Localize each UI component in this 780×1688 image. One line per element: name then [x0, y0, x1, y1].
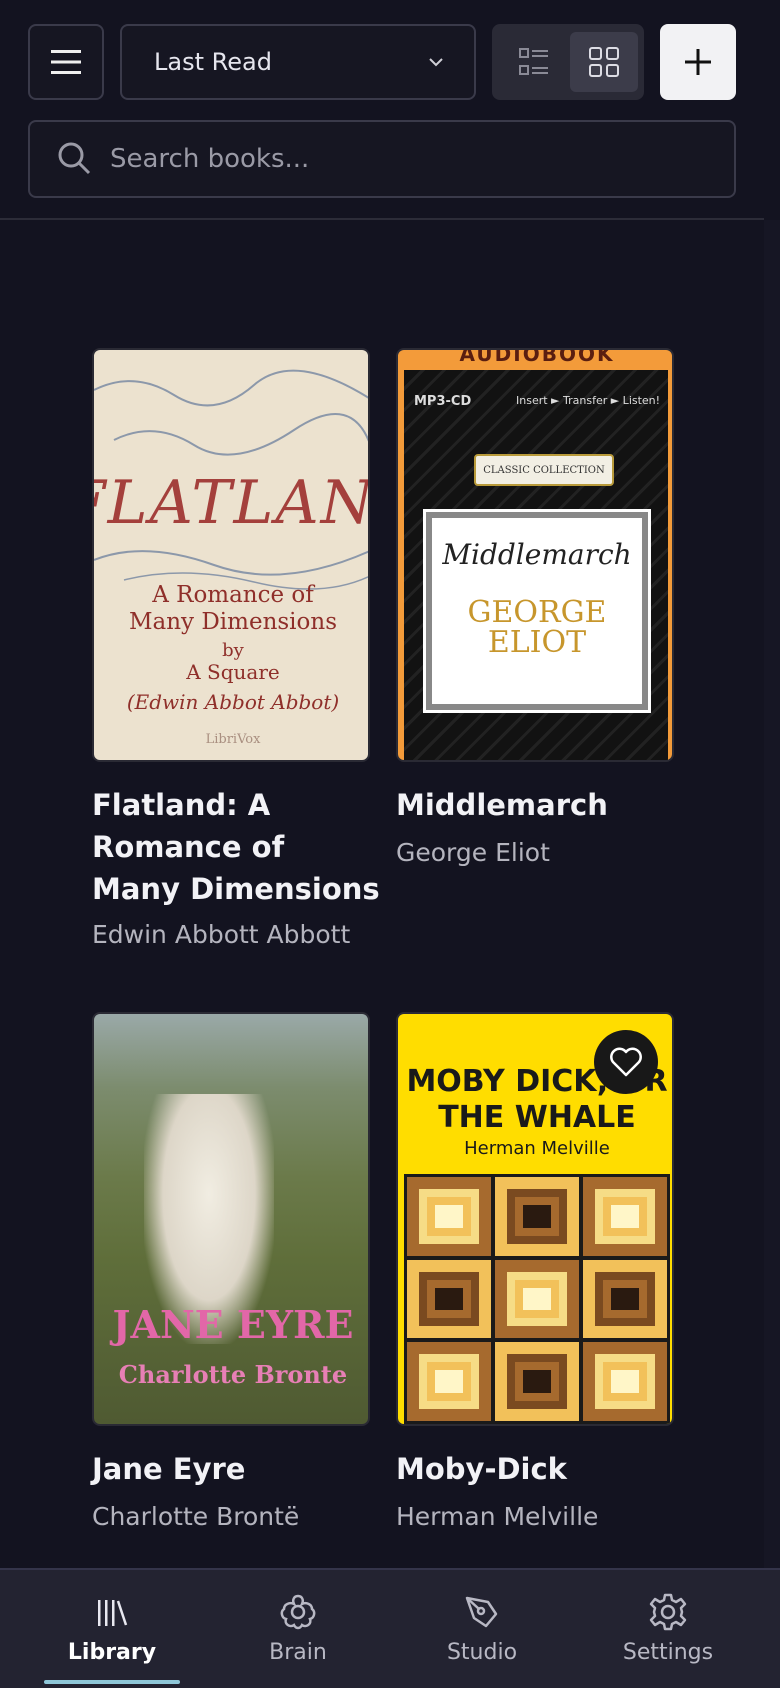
plus-icon: [685, 49, 711, 75]
cover-square: A Square: [186, 660, 280, 684]
nav-studio[interactable]: Studio: [392, 1570, 572, 1688]
cover-title: FLATLAND: [94, 468, 370, 538]
cover-author: GEORGE ELIOT: [467, 595, 607, 660]
search-bar: [28, 120, 736, 198]
book-cover[interactable]: MOBY DICK; OR THE WHALE Herman Melville: [396, 1012, 674, 1426]
chevron-down-icon: [429, 58, 443, 67]
book-author: Edwin Abbott Abbott: [92, 920, 351, 949]
gear-icon: [649, 1593, 687, 1631]
search-input[interactable]: [110, 122, 710, 196]
nav-label: Settings: [622, 1640, 714, 1665]
nav-label: Brain: [269, 1640, 327, 1665]
book-cover[interactable]: AUDIOBOOK MP3-CD Insert ► Transfer ► Lis…: [396, 348, 674, 762]
cover-steps: Insert ► Transfer ► Listen!: [516, 394, 661, 407]
cover-publisher: LibriVox: [205, 732, 261, 747]
cover-by: by: [222, 640, 244, 661]
view-mode-toggle: [492, 24, 644, 100]
book-author: Herman Melville: [396, 1502, 599, 1531]
book-cover[interactable]: FLATLAND A Romance of Many Dimensions by…: [92, 348, 370, 762]
add-book-button[interactable]: [660, 24, 736, 100]
library-icon: [98, 1600, 128, 1626]
grid-view-icon: [589, 47, 619, 77]
studio-icon: [465, 1596, 498, 1628]
book-title: Jane Eyre: [92, 1452, 246, 1486]
header-divider: [0, 218, 764, 220]
book-author: Charlotte Brontë: [92, 1502, 300, 1531]
book-title: Middlemarch: [396, 788, 608, 822]
sort-dropdown-value: Last Read: [154, 48, 272, 76]
cover-author: Charlotte Bronte: [118, 1360, 348, 1389]
nav-brain[interactable]: Brain: [208, 1570, 388, 1688]
heart-icon: [610, 1047, 642, 1077]
active-tab-indicator: [44, 1680, 180, 1684]
hamburger-icon: [51, 50, 81, 74]
favorite-button[interactable]: [594, 1030, 658, 1094]
nav-library[interactable]: Library: [22, 1570, 202, 1688]
cover-author: (Edwin Abbot Abbot): [126, 690, 340, 714]
sort-dropdown[interactable]: Last Read: [120, 24, 476, 100]
book-author: George Eliot: [396, 838, 550, 867]
nav-label: Studio: [446, 1640, 518, 1665]
cover-subtitle: A Romance of Many Dimensions: [128, 582, 338, 635]
cover-cd-label: MP3-CD: [414, 394, 472, 409]
bottom-nav: Library Brain Studio Settings: [0, 1568, 780, 1688]
cover-title: Middlemarch: [442, 538, 632, 571]
menu-button[interactable]: [28, 24, 104, 100]
cover-pattern: [404, 1174, 670, 1424]
cover-panel: MP3-CD Insert ► Transfer ► Listen! CLASS…: [404, 370, 668, 760]
book-title: Flatland: A Romance of Many Dimensions: [92, 788, 380, 906]
cover-author: Herman Melville: [464, 1138, 610, 1159]
search-icon: [58, 142, 91, 175]
brain-icon: [280, 1594, 316, 1630]
cover-title: JANE EYRE: [112, 1302, 354, 1347]
cover-banner: CLASSIC COLLECTION: [474, 454, 614, 486]
cover-top-label: AUDIOBOOK: [459, 348, 615, 366]
book-title: Moby-Dick: [396, 1452, 567, 1486]
nav-settings[interactable]: Settings: [578, 1570, 758, 1688]
library-screen: Last Read Search books... LATLAN A Roman…: [0, 0, 780, 1688]
grid-view-button[interactable]: [570, 32, 638, 92]
cover-frame: Middlemarch GEORGE ELIOT: [423, 509, 651, 713]
list-view-icon: [519, 48, 548, 75]
nav-label: Library: [67, 1640, 157, 1665]
book-cover[interactable]: JANE EYRE Charlotte Bronte: [92, 1012, 370, 1426]
list-view-button[interactable]: [500, 32, 568, 92]
